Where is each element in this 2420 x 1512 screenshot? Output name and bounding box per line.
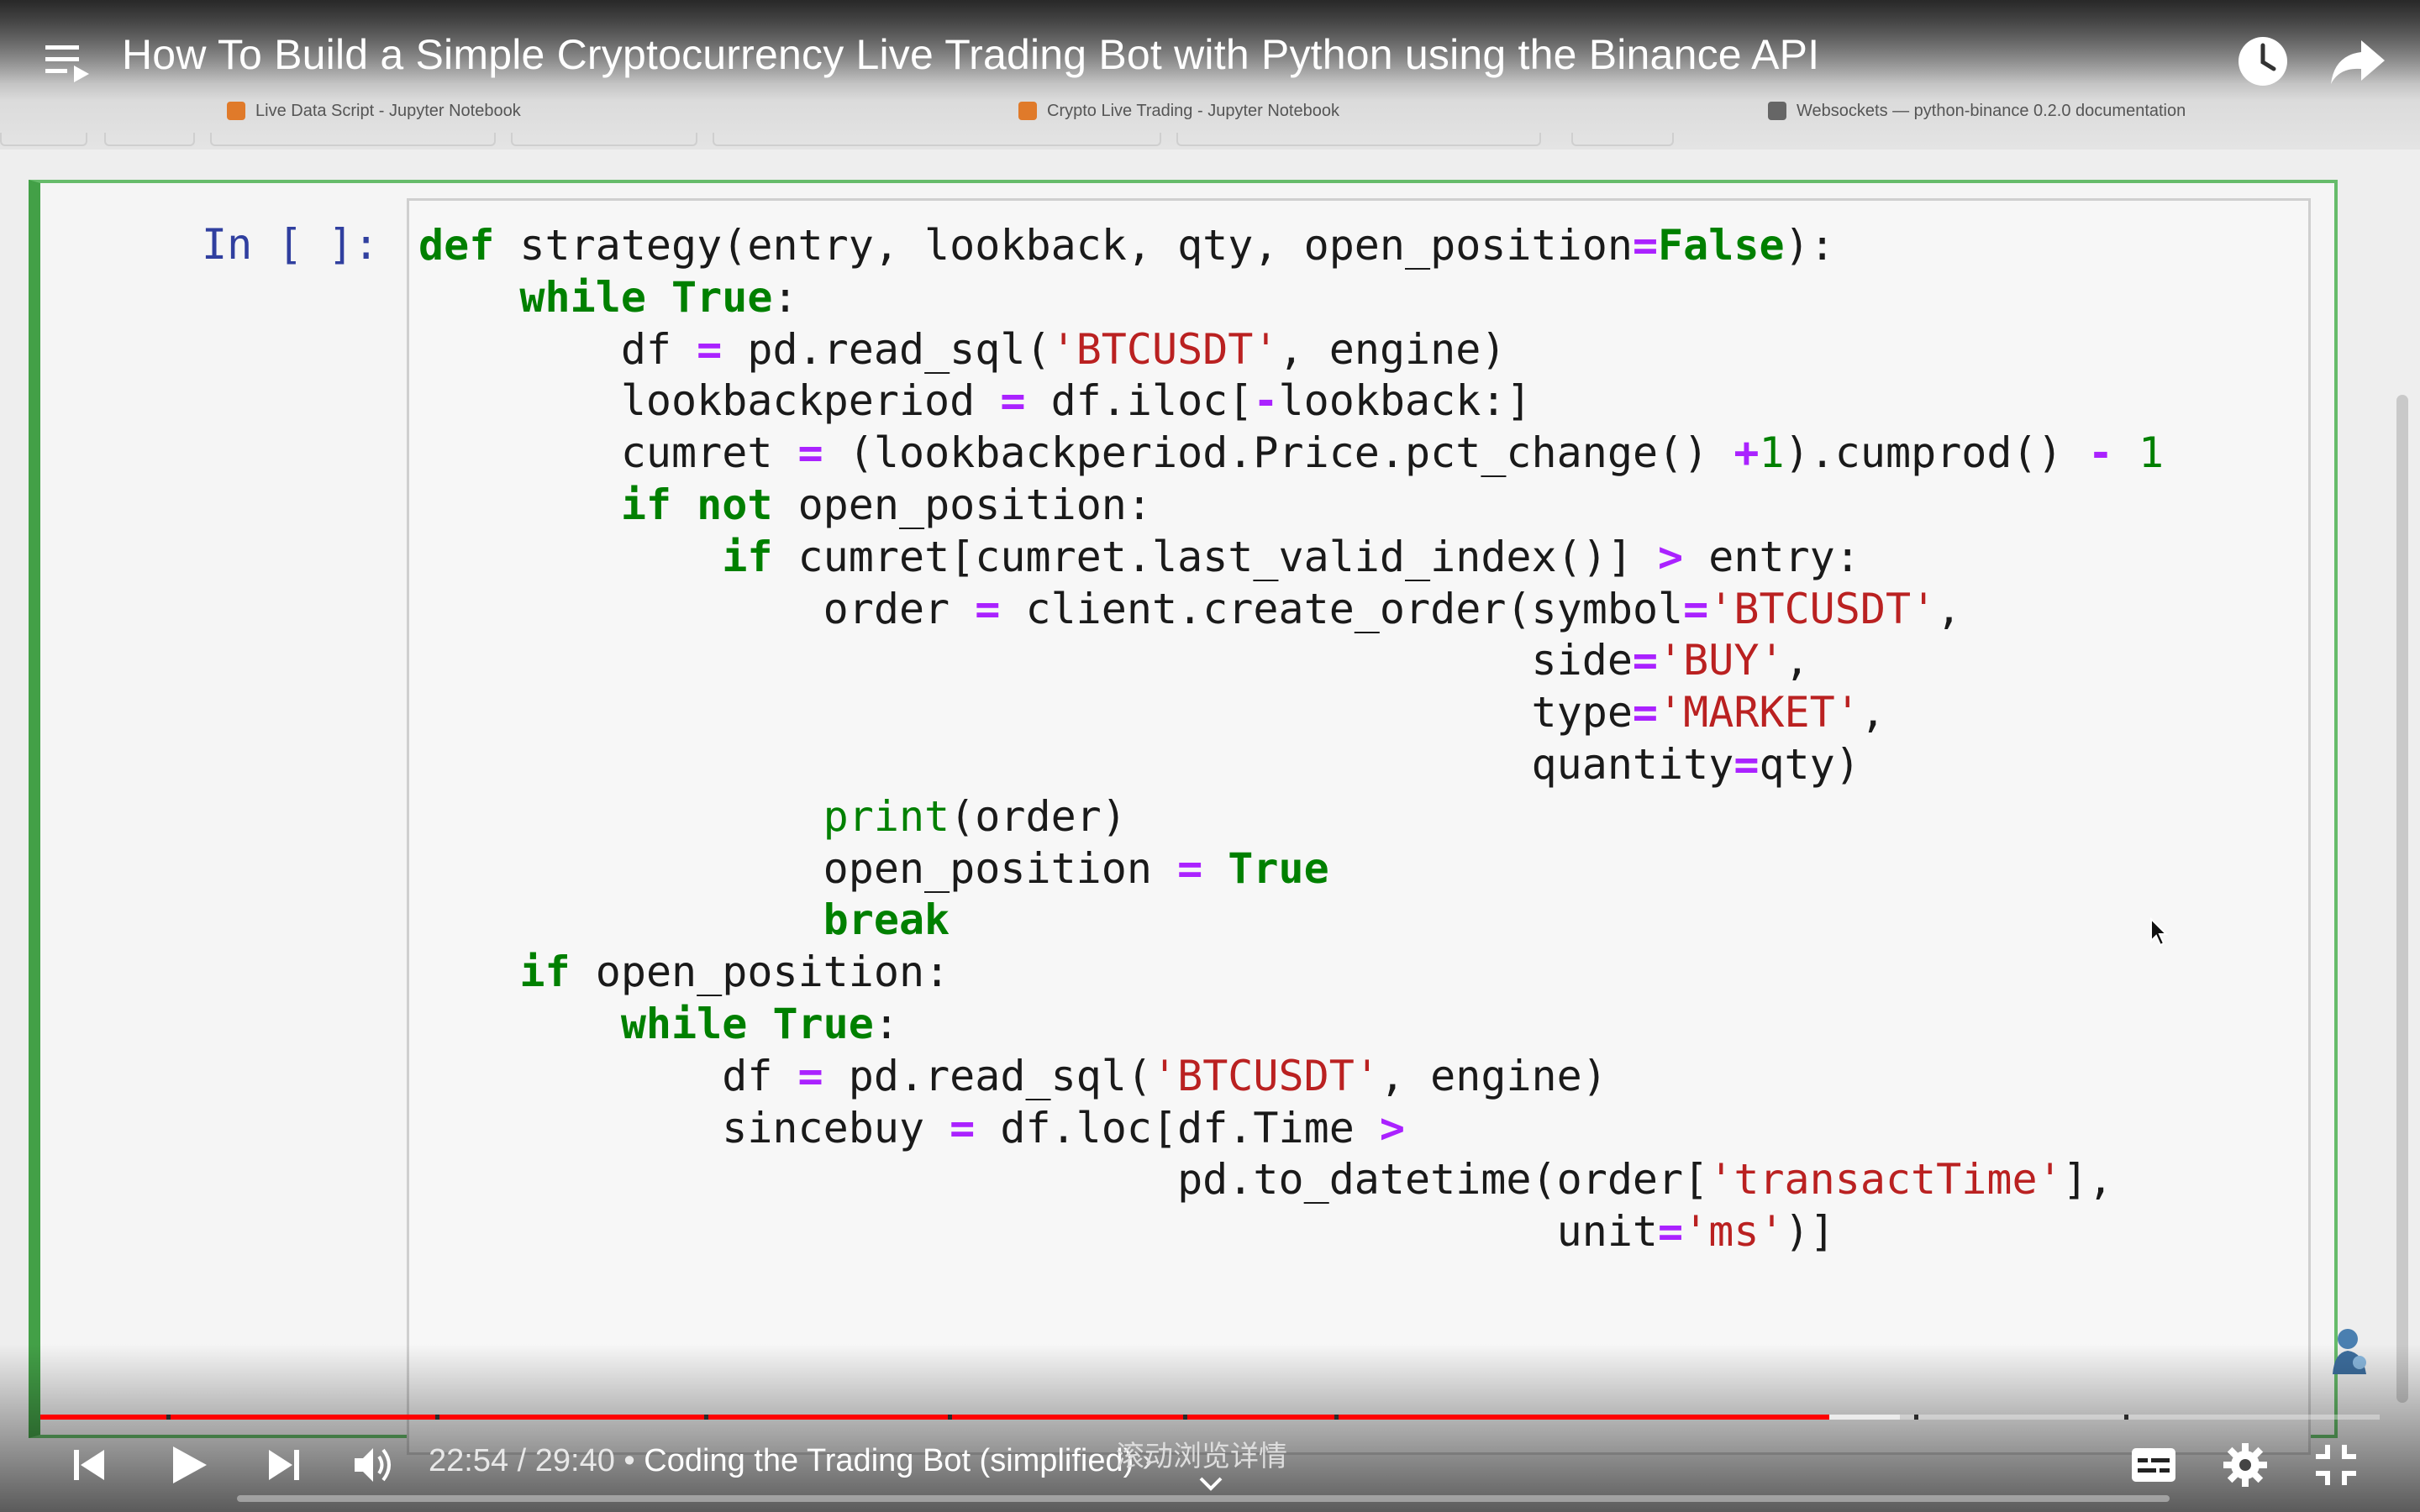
play-icon[interactable] bbox=[168, 1441, 210, 1488]
previous-icon[interactable] bbox=[71, 1441, 108, 1488]
jupyter-icon bbox=[227, 102, 245, 120]
clock-icon[interactable] bbox=[2235, 34, 2291, 89]
progress-bar[interactable] bbox=[40, 1415, 2380, 1420]
chapter-marker bbox=[2124, 1415, 2128, 1420]
time-separator: / bbox=[508, 1443, 535, 1478]
chapter-marker bbox=[1914, 1415, 1918, 1420]
doc-icon bbox=[1768, 102, 1786, 120]
chapter-title[interactable]: Coding the Trading Bot (simplified) bbox=[644, 1443, 1134, 1478]
code-line: side='BUY', bbox=[418, 636, 1810, 685]
chapter-marker bbox=[435, 1415, 439, 1420]
code-line: break bbox=[823, 895, 950, 945]
subtitles-icon[interactable] bbox=[2129, 1441, 2178, 1488]
chapter-separator: • bbox=[614, 1443, 644, 1478]
chapter-marker bbox=[948, 1415, 952, 1420]
notebook-toolbar-button[interactable] bbox=[713, 133, 1161, 146]
gear-icon[interactable] bbox=[2222, 1441, 2269, 1488]
code-line: df = pd.read_sql('BTCUSDT', engine) bbox=[418, 1051, 1607, 1100]
code-line: type='MARKET', bbox=[418, 688, 1886, 738]
browser-tab-label: Websockets — python-binance 0.2.0 docume… bbox=[1797, 101, 2186, 120]
code-line: while True: bbox=[620, 999, 899, 1048]
browser-tab-label: Crypto Live Trading - Jupyter Notebook bbox=[1047, 101, 1339, 120]
exit-fullscreen-icon[interactable] bbox=[2312, 1441, 2360, 1488]
code-line: if not open_position: bbox=[620, 480, 1153, 529]
code-line: while True: bbox=[519, 272, 798, 322]
video-title[interactable]: How To Build a Simple Cryptocurrency Liv… bbox=[122, 30, 1819, 79]
code-line: cumret = (lookbackperiod.Price.pct_chang… bbox=[418, 428, 2165, 478]
chevron-down-icon[interactable] bbox=[1198, 1475, 1223, 1492]
chapter-marker bbox=[704, 1415, 708, 1420]
code-line: open_position = True bbox=[418, 843, 1329, 893]
chapter-marker bbox=[1334, 1415, 1339, 1420]
time-display: 22:54 / 29:40 • Coding the Trading Bot (… bbox=[429, 1443, 1153, 1479]
code-line: lookbackperiod = df.iloc[-lookback:] bbox=[418, 376, 1532, 426]
code-editor[interactable]: def strategy(entry, lookback, qty, open_… bbox=[418, 220, 2164, 1258]
progress-played bbox=[40, 1415, 1829, 1420]
code-line: print(order) bbox=[823, 791, 1127, 841]
notebook-toolbar-button[interactable] bbox=[1571, 133, 1674, 146]
notebook-toolbar-button[interactable] bbox=[210, 133, 496, 146]
notebook-toolbar-button[interactable] bbox=[104, 133, 195, 146]
jupyter-icon bbox=[1018, 102, 1037, 120]
volume-icon[interactable] bbox=[351, 1441, 395, 1488]
notebook-toolbar-button[interactable] bbox=[0, 133, 87, 146]
current-time: 22:54 bbox=[429, 1443, 509, 1478]
scroll-for-details-hint: 滚动浏览详情 bbox=[1116, 1440, 1287, 1473]
code-line: sincebuy = df.loc[df.Time > bbox=[418, 1103, 1406, 1152]
chapter-marker bbox=[1183, 1415, 1187, 1420]
code-line: df = pd.read_sql('BTCUSDT', engine) bbox=[418, 324, 1507, 374]
code-line: pd.to_datetime(order['transactTime'], bbox=[418, 1155, 2113, 1205]
playlist-icon[interactable] bbox=[42, 37, 96, 87]
chapter-marker bbox=[166, 1415, 171, 1420]
notebook-toolbar-button[interactable] bbox=[511, 133, 697, 146]
code-line: if cumret[cumret.last_valid_index()] > e… bbox=[722, 532, 1860, 581]
duration: 29:40 bbox=[534, 1443, 615, 1478]
share-icon[interactable] bbox=[2328, 34, 2388, 89]
code-line: quantity=qty) bbox=[418, 739, 1860, 789]
next-icon[interactable] bbox=[266, 1441, 302, 1488]
cell-prompt: In [ ]: bbox=[202, 220, 379, 269]
code-line: order = client.create_order(symbol='BTCU… bbox=[418, 584, 1962, 633]
page-scrollbar[interactable] bbox=[2396, 395, 2408, 1403]
notebook-toolbar-button[interactable] bbox=[1176, 133, 1541, 146]
code-line: def strategy(entry, lookback, qty, open_… bbox=[418, 221, 1835, 270]
mouse-cursor-icon bbox=[2150, 917, 2169, 947]
browser-tab-label: Live Data Script - Jupyter Notebook bbox=[255, 101, 521, 120]
horizontal-scrollbar[interactable] bbox=[237, 1495, 2170, 1502]
code-line: unit='ms')] bbox=[418, 1207, 1835, 1257]
code-line: if open_position: bbox=[519, 948, 950, 997]
